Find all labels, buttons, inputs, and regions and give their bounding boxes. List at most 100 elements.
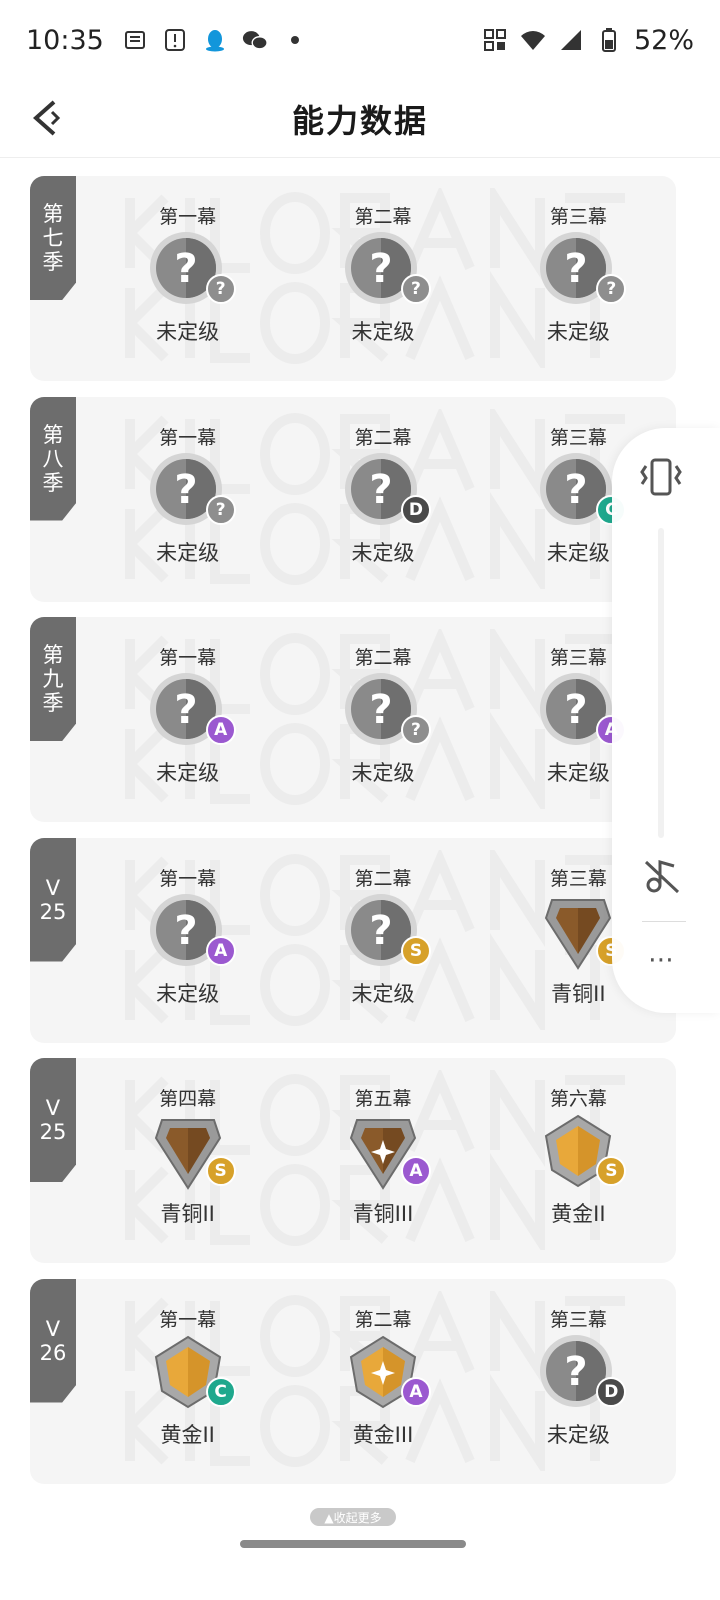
- grade-unknown-badge-icon: ?: [596, 274, 627, 304]
- act-name: 第二幕: [354, 426, 412, 449]
- act-item[interactable]: 第五幕 A 青铜III: [285, 1058, 480, 1263]
- more-button[interactable]: ⋯: [642, 940, 682, 980]
- act-item[interactable]: 第一幕? A 未定级: [90, 838, 285, 1043]
- season-tag-label: V 25: [39, 1096, 67, 1144]
- act-item[interactable]: 第六幕 S 黄金II: [481, 1058, 676, 1263]
- act-item[interactable]: 第一幕? A 未定级: [90, 617, 285, 822]
- season-tag-label: V 26: [39, 1316, 67, 1365]
- act-row: 第一幕?A未定级第二幕?S未定级第三幕S青铜II: [90, 838, 676, 1043]
- rank-label: 未定级: [546, 761, 610, 785]
- act-item[interactable]: 第三幕? D 未定级: [481, 1279, 676, 1484]
- qq-icon: [202, 27, 228, 53]
- rank-label: 未定级: [351, 981, 415, 1006]
- season-tag-label: 第七季: [42, 202, 64, 274]
- grade-unknown-badge-icon: ?: [205, 274, 236, 304]
- svg-text:?: ?: [565, 687, 588, 733]
- act-name: 第三幕: [549, 1308, 607, 1331]
- bronze-rank-icon: A: [343, 1112, 431, 1192]
- bronze-rank-icon: S: [148, 1112, 236, 1192]
- act-row: 第一幕?A未定级第二幕??未定级第三幕?A未定级: [90, 617, 676, 822]
- rank-label: 未定级: [546, 320, 610, 344]
- rank-label: 青铜III: [352, 1202, 414, 1226]
- vibrate-icon: [640, 458, 682, 496]
- rank-label: 未定级: [546, 540, 610, 565]
- act-item[interactable]: 第二幕? S 未定级: [285, 838, 480, 1043]
- vibrate-button[interactable]: [638, 454, 684, 500]
- act-row: 第四幕 S 青铜II 第五幕 A 青铜III 第六幕 S 黄金II: [90, 1058, 676, 1263]
- act-name: 第二幕: [354, 206, 412, 228]
- grade-unknown-badge-icon: ?: [400, 715, 431, 745]
- status-bar: 10:35 52%: [0, 0, 720, 80]
- grade-d-badge-icon: D: [400, 494, 431, 525]
- season-card: V 25第一幕?A未定级第二幕?S未定级第三幕S青铜II: [30, 837, 676, 1043]
- rank-label: 青铜II: [160, 1202, 215, 1226]
- grade-d-badge-icon: D: [596, 1376, 627, 1407]
- unrated-rank-icon: ?A: [538, 671, 627, 751]
- volume-slider[interactable]: [658, 528, 664, 838]
- act-item[interactable]: 第一幕?? 未定级: [90, 397, 285, 602]
- act-name: 第三幕: [549, 867, 607, 890]
- home-indicator[interactable]: [240, 1540, 466, 1548]
- act-item[interactable]: 第二幕? D 未定级: [285, 397, 480, 602]
- battery-percent: 52%: [633, 24, 694, 56]
- season-tag: V 25: [30, 1058, 76, 1182]
- act-item[interactable]: 第二幕?? 未定级: [285, 176, 480, 381]
- act-name: 第二幕: [354, 1308, 412, 1331]
- act-item[interactable]: 第一幕?? 未定级: [90, 176, 285, 381]
- season-card: V 25 第四幕 S 青铜II 第五幕 A 青铜III 第六幕 S 黄金II: [30, 1058, 676, 1263]
- mute-button[interactable]: [642, 856, 682, 896]
- svg-text:?: ?: [174, 687, 197, 733]
- act-item[interactable]: 第二幕?? 未定级: [285, 617, 480, 822]
- floating-panel: ⋯: [612, 428, 720, 1013]
- act-name: 第五幕: [354, 1088, 412, 1110]
- grade-s-badge-icon: S: [596, 1156, 627, 1186]
- act-row: 第一幕??未定级第二幕?D未定级第三幕?C未定级: [90, 397, 676, 602]
- act-name: 第四幕: [159, 1088, 217, 1110]
- grade-c-badge-icon: C: [205, 1376, 236, 1407]
- svg-text:?: ?: [174, 908, 197, 954]
- grade-unknown-badge-icon: ?: [205, 494, 236, 525]
- act-name: 第三幕: [549, 426, 607, 449]
- svg-text:?: ?: [565, 246, 588, 292]
- svg-text:?: ?: [565, 467, 588, 513]
- status-time: 10:35: [26, 24, 104, 56]
- back-button[interactable]: [26, 96, 70, 140]
- act-item[interactable]: 第一幕 C 黄金II: [90, 1279, 285, 1484]
- grade-a-badge-icon: A: [205, 935, 236, 966]
- gold-rank-icon: A: [343, 1333, 431, 1413]
- notification-icons: [122, 27, 308, 53]
- act-name: 第一幕: [159, 647, 217, 669]
- grade-s-badge-icon: S: [400, 935, 431, 966]
- act-name: 第二幕: [354, 867, 412, 890]
- act-item[interactable]: 第三幕?? 未定级: [481, 176, 676, 381]
- page-title: 能力数据: [291, 101, 428, 140]
- svg-text:?: ?: [369, 908, 392, 954]
- unrated-rank-icon: ??: [148, 230, 236, 310]
- season-tag: 第八季: [30, 396, 76, 521]
- season-tag-label: V 25: [39, 875, 67, 924]
- grade-a-badge-icon: A: [205, 715, 236, 745]
- more-icon: ⋯: [648, 945, 676, 975]
- svg-text:?: ?: [565, 1349, 588, 1395]
- collapse-more-button[interactable]: ▲收起更多: [310, 1508, 396, 1526]
- unrated-rank-icon: ? D: [343, 451, 431, 531]
- act-item[interactable]: 第四幕 S 青铜II: [90, 1058, 285, 1263]
- unrated-rank-icon: ??: [343, 671, 431, 751]
- grade-s-badge-icon: S: [205, 1156, 236, 1186]
- grade-unknown-badge-icon: ?: [400, 274, 431, 304]
- act-name: 第一幕: [159, 1308, 217, 1331]
- rank-label: 未定级: [351, 540, 415, 565]
- battery-icon: [596, 27, 622, 53]
- unrated-rank-icon: ??: [148, 451, 236, 531]
- act-item[interactable]: 第二幕 A 黄金III: [285, 1279, 480, 1484]
- rank-label: 青铜II: [551, 981, 606, 1006]
- act-row: 第一幕?? 未定级 第二幕?? 未定级 第三幕?? 未定级: [90, 176, 676, 381]
- act-name: 第二幕: [354, 647, 412, 669]
- season-tag: 第七季: [30, 176, 76, 300]
- rank-label: 黄金II: [160, 1422, 215, 1447]
- rank-label: 未定级: [156, 981, 220, 1006]
- act-name: 第一幕: [159, 867, 217, 890]
- grade-a-badge-icon: A: [400, 1376, 431, 1407]
- back-chevron-icon: [32, 100, 61, 136]
- gold-rank-icon: S: [538, 1112, 627, 1192]
